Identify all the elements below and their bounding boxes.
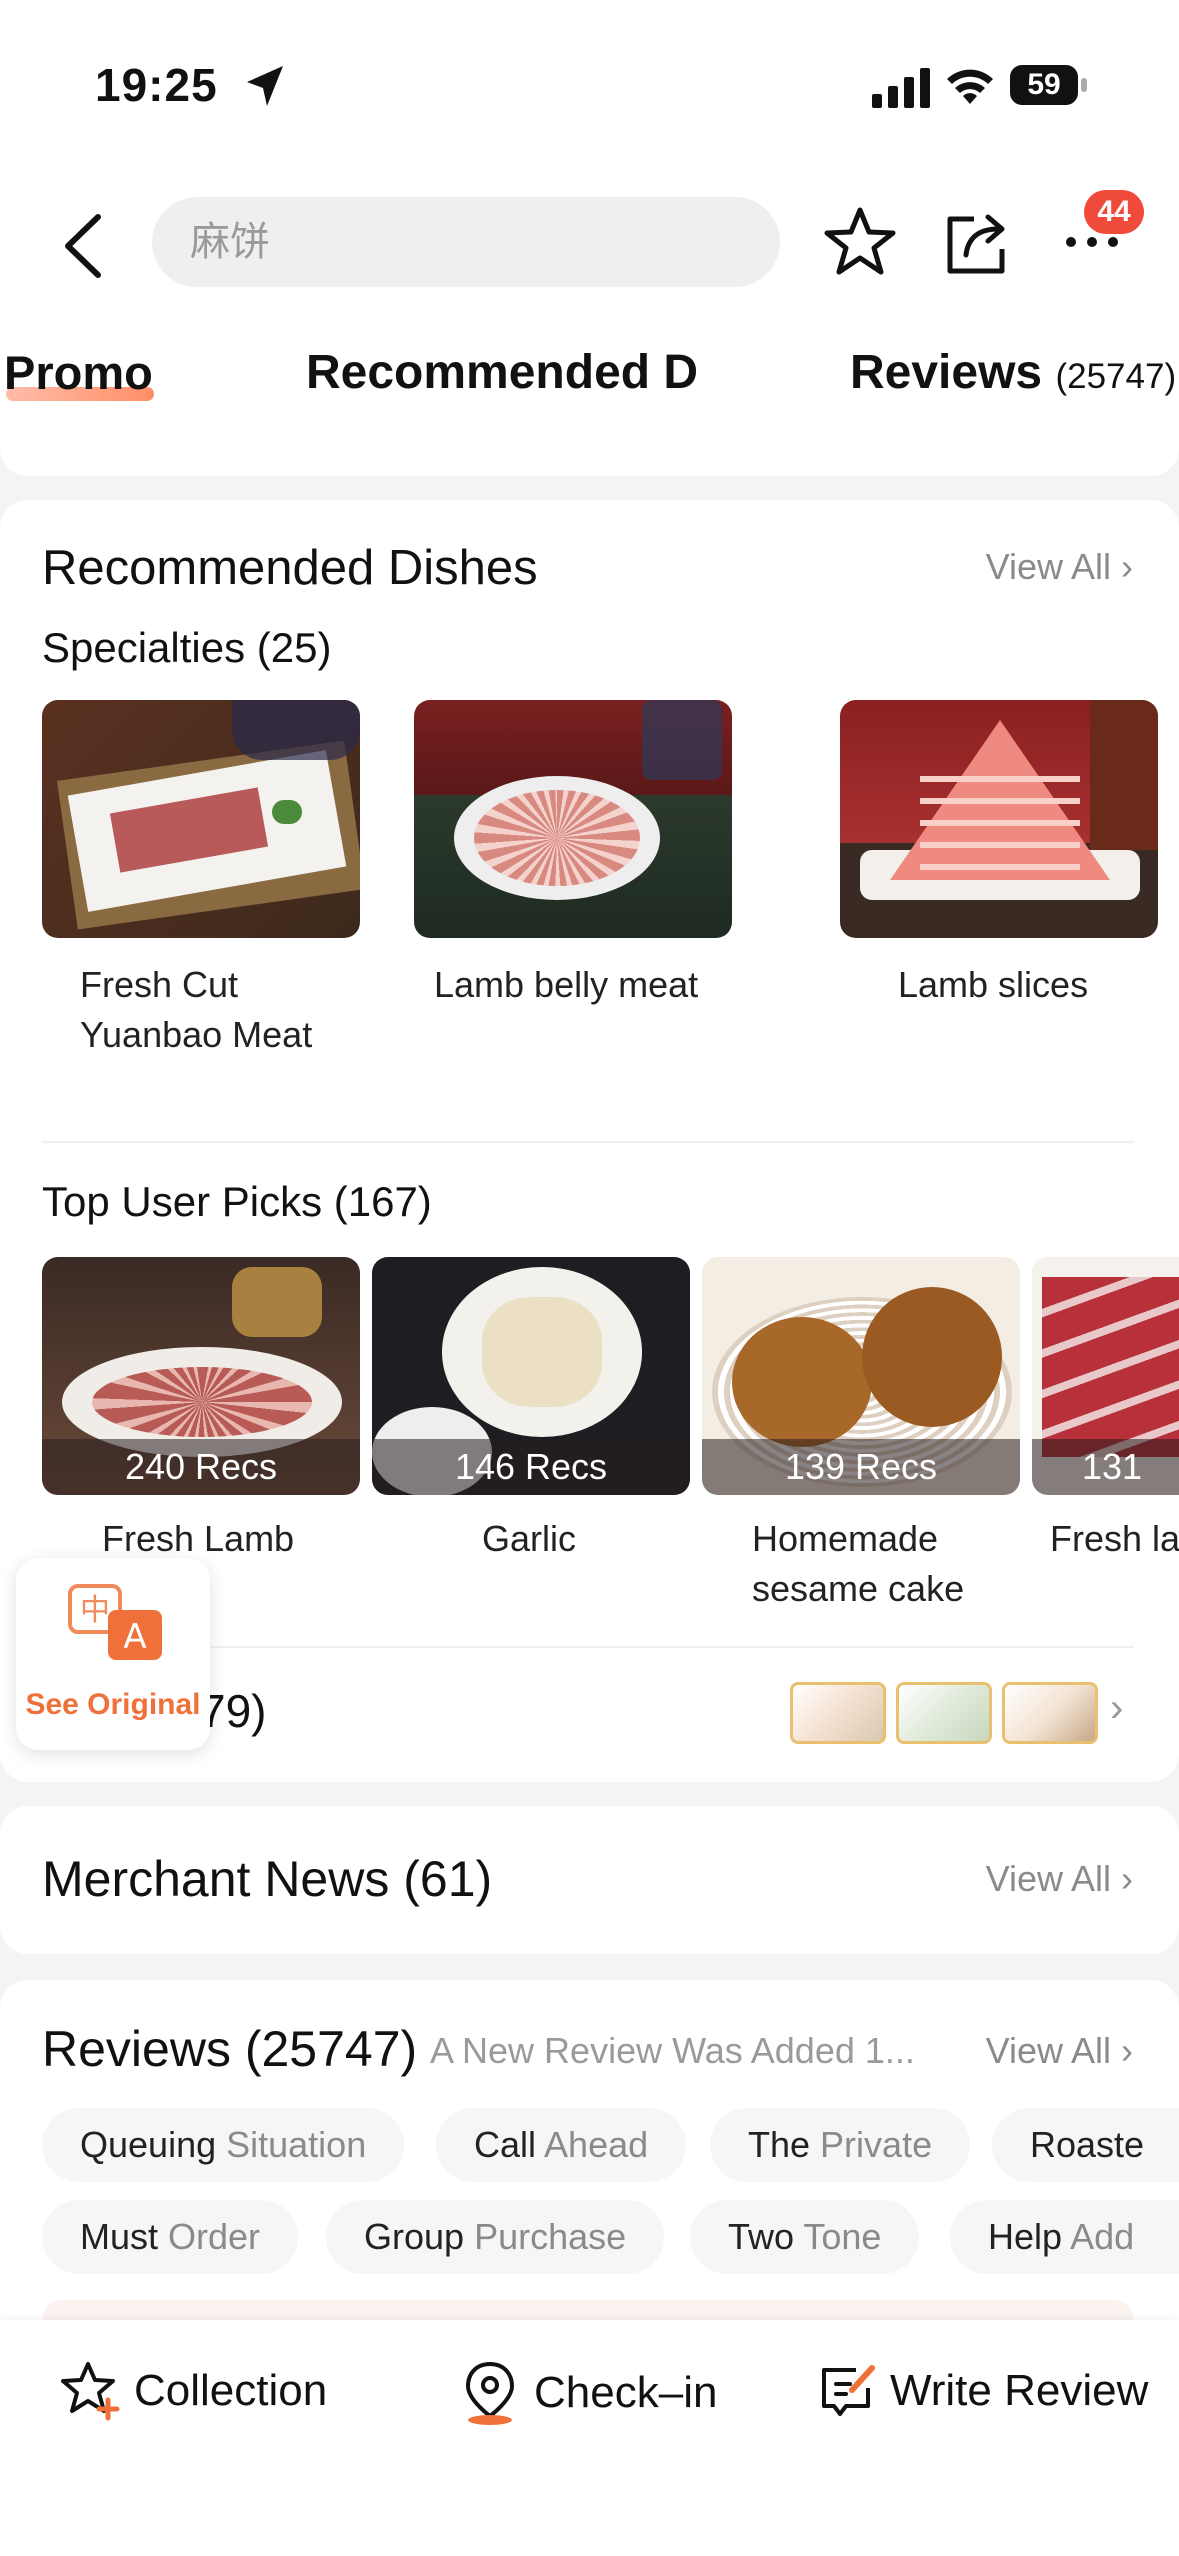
review-tag-chip[interactable]: Queuing Situation <box>42 2108 405 2182</box>
menu-thumbnail[interactable] <box>790 1682 886 1744</box>
notification-badge: 44 <box>1084 190 1144 234</box>
cellular-signal-icon <box>872 68 930 108</box>
svg-text:中: 中 <box>80 1593 110 1628</box>
review-tag-chip[interactable]: Must Order <box>42 2200 299 2274</box>
recs-count: 240 Recs <box>42 1439 360 1495</box>
specialty-image-yuanbao[interactable] <box>42 700 360 938</box>
star-favorite-icon[interactable] <box>822 205 898 279</box>
specialty-name-lamb-belly: Lamb belly meat <box>434 964 699 1005</box>
location-pin-icon <box>465 2361 515 2425</box>
review-tag-chip[interactable]: Help Add <box>950 2200 1179 2274</box>
page: 19:25 59 麻饼 44 Promo Recommended D Revie… <box>0 0 1179 2556</box>
top-navigation: 麻饼 44 <box>0 175 1179 315</box>
chevron-right-icon: › <box>1121 546 1133 587</box>
review-tag-chip[interactable]: Call Ahead <box>436 2108 687 2182</box>
see-original-label: See Original <box>25 1688 201 1721</box>
collection-button[interactable]: Collection <box>60 2360 327 2422</box>
battery-tip <box>1081 78 1087 92</box>
star-add-icon <box>61 2362 120 2421</box>
specialty-name-line2: Yuanbao Meat <box>80 1014 313 1055</box>
pick-name-garlic: Garlic <box>482 1518 577 1559</box>
check-in-label: Check–in <box>534 2368 718 2417</box>
review-tag-chip[interactable]: The Private <box>710 2108 971 2182</box>
pick-name-fresh-lamb: Fresh Lamb <box>102 1518 295 1559</box>
chevron-right-icon[interactable]: › <box>1110 1686 1123 1731</box>
specialty-name-yuanbao: Fresh Cut Yuanbao Meat <box>80 960 312 1060</box>
menu-thumbnail[interactable] <box>1002 1682 1098 1744</box>
recs-count: 139 Recs <box>702 1439 1020 1495</box>
svg-text:A: A <box>123 1617 146 1657</box>
write-review-label: Write Review <box>890 2366 1149 2415</box>
specialty-image-lamb-belly[interactable] <box>414 700 732 938</box>
divider <box>42 1141 1134 1143</box>
recs-count: 131 <box>1032 1439 1179 1495</box>
top-user-picks-title: Top User Picks (167) <box>42 1178 432 1225</box>
battery-level: 59 <box>1027 68 1061 101</box>
specialty-name-lamb-slices: Lamb slices <box>898 964 1089 1005</box>
tab-recommended[interactable]: Recommended D <box>306 345 698 400</box>
pick-image-fresh-lamb-2[interactable]: 131 <box>1032 1257 1179 1495</box>
status-bar: 19:25 59 <box>0 0 1179 175</box>
pick-name-fresh-lamb-2: Fresh la <box>1050 1518 1179 1559</box>
specialty-image-lamb-slices[interactable] <box>840 700 1158 938</box>
pick-image-sesame-cake[interactable]: 139 Recs <box>702 1257 1020 1495</box>
merchant-news-card[interactable]: Merchant News (61) View All › <box>0 1806 1179 1954</box>
merchant-news-title: Merchant News (61) <box>42 1851 493 1907</box>
view-all-label: View All <box>985 2030 1111 2071</box>
pick-name-line2: sesame cake <box>752 1568 965 1609</box>
pick-image-fresh-lamb[interactable]: 240 Recs <box>42 1257 360 1495</box>
location-arrow-icon <box>247 66 283 106</box>
pick-name-line1: Homemade <box>752 1518 939 1559</box>
recommended-dishes-title: Recommended Dishes <box>42 541 538 595</box>
share-icon[interactable] <box>942 205 1012 279</box>
reviews-subtitle: A New Review Was Added 1... <box>430 2030 915 2071</box>
menu-thumbnail[interactable] <box>896 1682 992 1744</box>
chevron-right-icon: › <box>1121 2030 1133 2071</box>
tab-reviews-count: (25747) <box>1055 357 1177 396</box>
review-tag-chip[interactable]: Roaste <box>992 2108 1179 2182</box>
more-options-icon[interactable] <box>1066 237 1120 249</box>
check-in-button[interactable]: Check–in <box>460 2360 717 2426</box>
tab-reviews-label: Reviews <box>850 346 1043 399</box>
review-tag-chip[interactable]: Two Tone <box>690 2200 920 2274</box>
review-tag-chip[interactable]: Group Purchase <box>326 2200 665 2274</box>
collection-label: Collection <box>134 2366 328 2415</box>
view-all-label: View All <box>985 546 1111 587</box>
specialties-title: Specialties (25) <box>42 624 332 671</box>
view-all-label: View All <box>985 1858 1111 1899</box>
write-review-button[interactable]: Write Review <box>816 2360 1148 2422</box>
see-original-button[interactable]: 中 A See Original <box>16 1558 210 1750</box>
specialty-name-line1: Fresh Cut <box>80 964 239 1005</box>
chevron-right-icon: › <box>1121 1858 1133 1899</box>
clock: 19:25 <box>95 59 218 111</box>
bottom-action-bar: Collection Check–in Write Review <box>0 2320 1179 2556</box>
merchant-news-view-all[interactable]: View All › <box>986 1858 1133 1900</box>
recs-count: 146 Recs <box>372 1439 690 1495</box>
tab-promo[interactable]: Promo <box>4 345 153 400</box>
wifi-icon <box>947 69 993 104</box>
previous-section-card <box>0 420 1179 476</box>
pick-name-sesame-cake: Homemade sesame cake <box>752 1514 964 1614</box>
back-arrow-icon[interactable] <box>58 213 108 279</box>
tab-bar: Promo Recommended D Reviews (25747) <box>0 315 1179 435</box>
recommended-view-all[interactable]: View All › <box>986 546 1133 588</box>
reviews-title: Reviews (25747) <box>42 2021 418 2077</box>
pick-image-garlic[interactable]: 146 Recs <box>372 1257 690 1495</box>
battery-icon: 59 <box>1010 65 1078 105</box>
tab-reviews[interactable]: Reviews (25747) <box>850 345 1176 400</box>
reviews-view-all[interactable]: View All › <box>986 2030 1133 2072</box>
edit-review-icon <box>822 2365 875 2416</box>
translate-icon: 中 A <box>68 1584 162 1660</box>
search-input[interactable]: 麻饼 <box>152 197 780 287</box>
